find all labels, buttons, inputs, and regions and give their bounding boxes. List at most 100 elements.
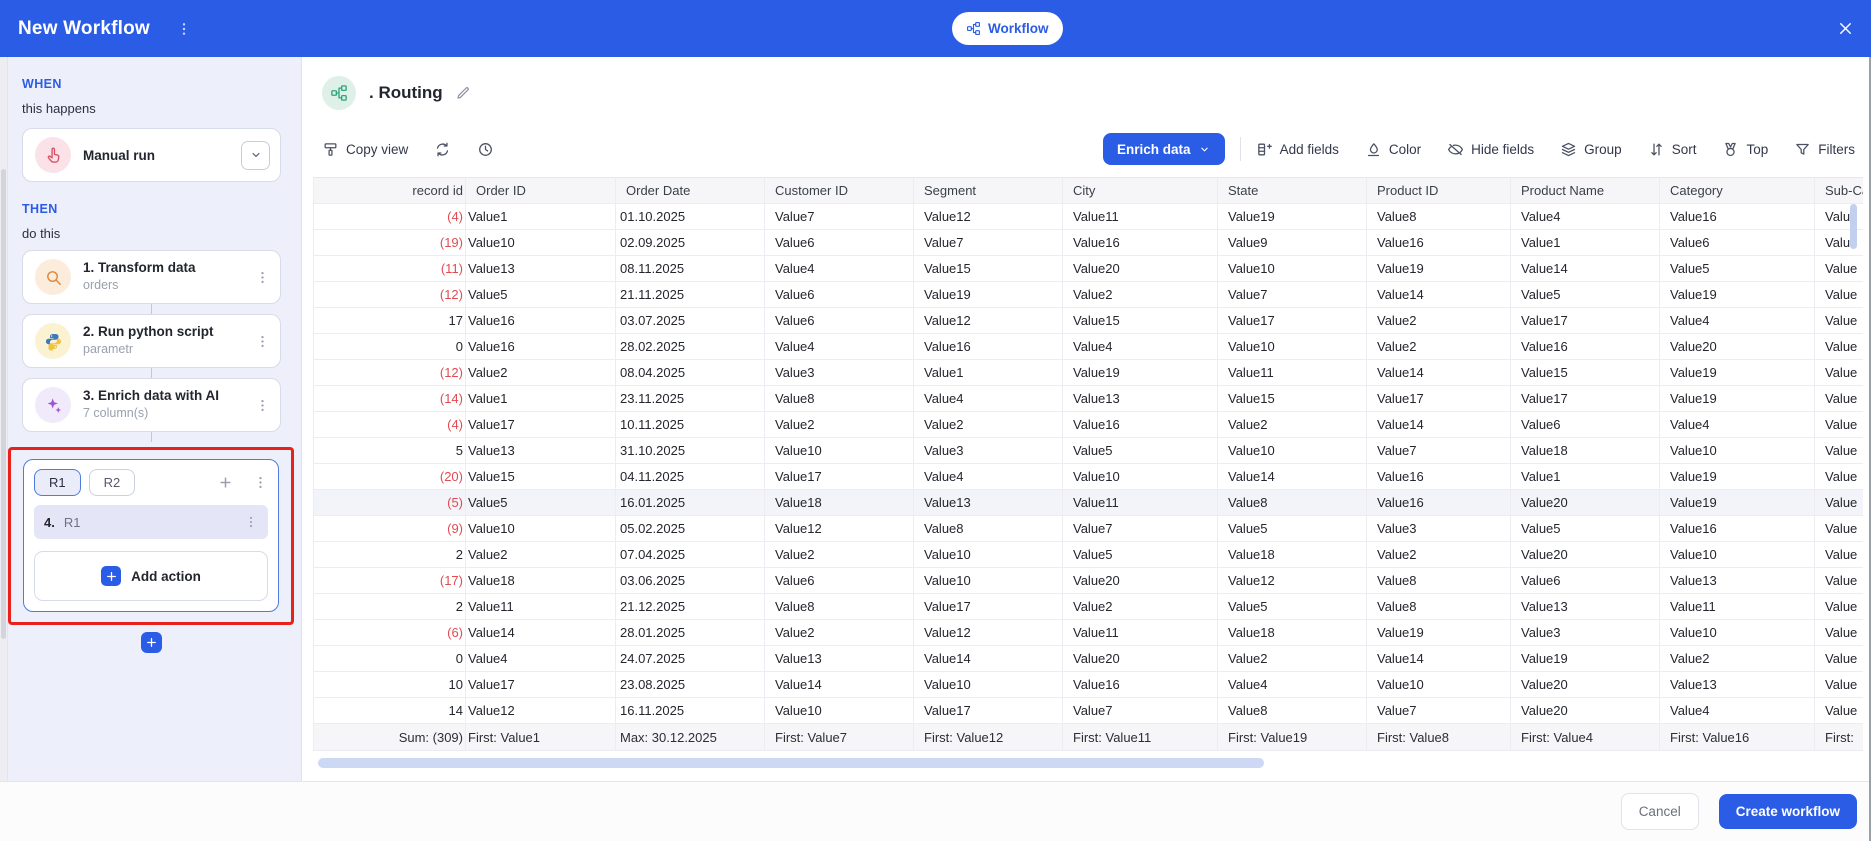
table-cell[interactable]: Value12 xyxy=(466,698,616,724)
column-header[interactable]: Order Date xyxy=(616,177,765,204)
table-cell[interactable]: Value14 xyxy=(1367,282,1511,308)
table-cell[interactable]: Value xyxy=(1815,464,1863,490)
table-cell[interactable]: Value7 xyxy=(1218,282,1367,308)
table-cell[interactable]: Value15 xyxy=(1218,386,1367,412)
table-cell[interactable]: Value16 xyxy=(466,308,616,334)
table-cell[interactable]: Value10 xyxy=(466,516,616,542)
table-cell[interactable]: (5) xyxy=(314,490,466,516)
table-cell[interactable]: Value13 xyxy=(1063,386,1218,412)
table-cell[interactable]: Value xyxy=(1815,672,1863,698)
enrich-data-button[interactable]: Enrich data xyxy=(1103,133,1225,165)
table-cell[interactable]: Value xyxy=(1815,698,1863,724)
table-cell[interactable]: Value11 xyxy=(1063,620,1218,646)
table-cell[interactable]: (12) xyxy=(314,360,466,386)
table-cell[interactable]: Value12 xyxy=(914,620,1063,646)
column-header[interactable]: Product Name xyxy=(1511,177,1660,204)
table-cell[interactable]: Value10 xyxy=(1367,672,1511,698)
table-cell[interactable]: Value18 xyxy=(466,568,616,594)
table-cell[interactable]: Value5 xyxy=(1218,516,1367,542)
column-header[interactable]: Sub-Ca xyxy=(1815,177,1863,204)
table-cell[interactable]: Value4 xyxy=(1511,204,1660,230)
table-cell[interactable]: Value12 xyxy=(1218,568,1367,594)
table-cell[interactable]: Value20 xyxy=(1511,490,1660,516)
table-cell[interactable]: Value17 xyxy=(765,464,914,490)
table-cell[interactable]: Value15 xyxy=(1511,360,1660,386)
table-cell[interactable]: Value xyxy=(1815,516,1863,542)
table-cell[interactable]: Value12 xyxy=(765,516,914,542)
table-cell[interactable]: Value15 xyxy=(914,256,1063,282)
table-cell[interactable]: Value19 xyxy=(1218,204,1367,230)
table-cell[interactable]: Value4 xyxy=(1660,698,1815,724)
table-cell[interactable]: Value10 xyxy=(765,698,914,724)
table-cell[interactable]: Value10 xyxy=(1218,438,1367,464)
table-cell[interactable]: Value10 xyxy=(914,672,1063,698)
table-cell[interactable]: 03.06.2025 xyxy=(616,568,765,594)
table-cell[interactable]: (4) xyxy=(314,412,466,438)
table-cell[interactable]: Value3 xyxy=(1367,516,1511,542)
table-cell[interactable]: 23.11.2025 xyxy=(616,386,765,412)
column-header[interactable]: Segment xyxy=(914,177,1063,204)
table-cell[interactable]: Value xyxy=(1815,412,1863,438)
close-icon[interactable] xyxy=(1836,19,1855,38)
table-cell[interactable]: Value20 xyxy=(1063,256,1218,282)
table-cell[interactable]: Value19 xyxy=(1660,490,1815,516)
table-cell[interactable]: (20) xyxy=(314,464,466,490)
table-cell[interactable]: Value xyxy=(1815,360,1863,386)
table-cell[interactable]: Value14 xyxy=(1367,646,1511,672)
routing-menu-icon[interactable] xyxy=(253,475,268,490)
table-cell[interactable]: 23.08.2025 xyxy=(616,672,765,698)
table-cell[interactable]: Value6 xyxy=(1511,412,1660,438)
toolbar-top-button[interactable]: Top xyxy=(1722,141,1768,158)
table-cell[interactable]: Value17 xyxy=(914,698,1063,724)
table-cell[interactable]: 01.10.2025 xyxy=(616,204,765,230)
cancel-button[interactable]: Cancel xyxy=(1620,793,1699,830)
table-cell[interactable]: Value20 xyxy=(1511,672,1660,698)
table-cell[interactable]: 21.11.2025 xyxy=(616,282,765,308)
table-cell[interactable]: Value9 xyxy=(1218,230,1367,256)
table-cell[interactable]: Value10 xyxy=(1660,438,1815,464)
table-cell[interactable]: Value4 xyxy=(1063,334,1218,360)
table-cell[interactable]: Value xyxy=(1815,282,1863,308)
table-cell[interactable]: Value6 xyxy=(1660,230,1815,256)
add-branch-icon[interactable] xyxy=(218,475,233,490)
table-cell[interactable]: Value10 xyxy=(1660,620,1815,646)
table-cell[interactable]: Value8 xyxy=(1218,698,1367,724)
table-cell[interactable]: Value16 xyxy=(1063,672,1218,698)
table-cell[interactable]: Value14 xyxy=(1367,412,1511,438)
table-cell[interactable]: Value7 xyxy=(1063,698,1218,724)
table-cell[interactable]: Value3 xyxy=(1511,620,1660,646)
table-cell[interactable]: Value17 xyxy=(1218,308,1367,334)
table-cell[interactable]: Value16 xyxy=(1660,516,1815,542)
table-cell[interactable]: Value4 xyxy=(1218,672,1367,698)
table-cell[interactable]: 28.02.2025 xyxy=(616,334,765,360)
table-cell[interactable]: Value xyxy=(1815,568,1863,594)
table-cell[interactable]: Value xyxy=(1815,620,1863,646)
table-cell[interactable]: Value18 xyxy=(765,490,914,516)
column-header[interactable]: record id xyxy=(314,177,466,204)
toolbar-sort-button[interactable]: Sort xyxy=(1648,141,1696,158)
vertical-scrollbar[interactable] xyxy=(1850,204,1857,249)
table-cell[interactable]: Value2 xyxy=(466,542,616,568)
table-cell[interactable]: Value11 xyxy=(1063,490,1218,516)
table-cell[interactable]: Value20 xyxy=(1063,646,1218,672)
table-cell[interactable]: Value8 xyxy=(914,516,1063,542)
routing-tab-r2[interactable]: R2 xyxy=(88,469,136,496)
table-cell[interactable]: Value5 xyxy=(1063,542,1218,568)
step-menu-icon[interactable] xyxy=(255,270,270,285)
table-cell[interactable]: Value18 xyxy=(1511,438,1660,464)
table-cell[interactable]: Value20 xyxy=(1511,698,1660,724)
table-cell[interactable]: Value14 xyxy=(914,646,1063,672)
column-header[interactable]: Customer ID xyxy=(765,177,914,204)
table-cell[interactable]: Value5 xyxy=(1063,438,1218,464)
table-cell[interactable]: Value xyxy=(1815,308,1863,334)
table-cell[interactable]: 04.11.2025 xyxy=(616,464,765,490)
table-cell[interactable]: Value4 xyxy=(914,464,1063,490)
table-cell[interactable]: Value5 xyxy=(1511,516,1660,542)
table-cell[interactable]: Value16 xyxy=(1367,490,1511,516)
table-cell[interactable]: 08.04.2025 xyxy=(616,360,765,386)
table-cell[interactable]: Value12 xyxy=(914,204,1063,230)
table-cell[interactable]: Value10 xyxy=(1218,256,1367,282)
table-cell[interactable]: 16.01.2025 xyxy=(616,490,765,516)
table-cell[interactable]: Value7 xyxy=(1367,698,1511,724)
table-cell[interactable]: Value13 xyxy=(914,490,1063,516)
